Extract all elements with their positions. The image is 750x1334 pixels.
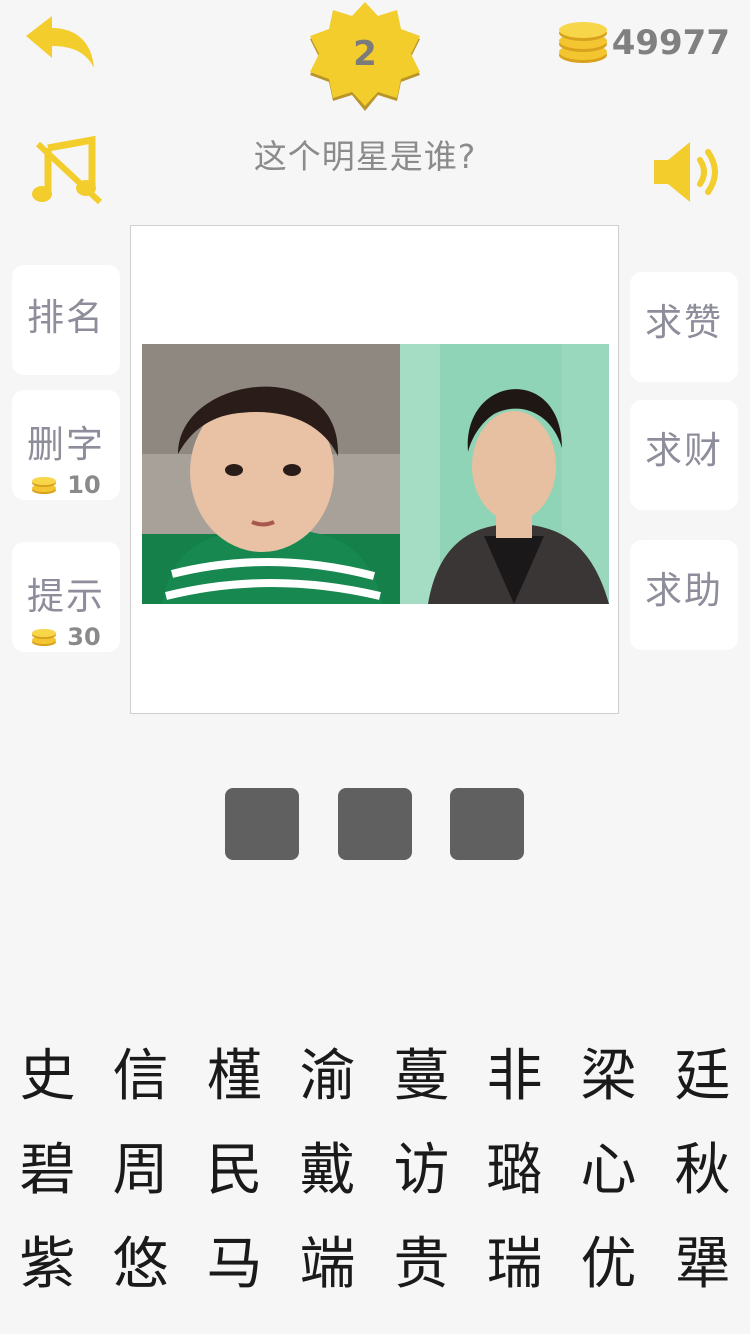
ask-help-button[interactable]: 求助	[630, 540, 738, 650]
char-tile[interactable]: 秋	[656, 1124, 749, 1218]
answer-slot-1[interactable]	[225, 788, 299, 860]
char-tile[interactable]: 蔓	[375, 1030, 468, 1124]
delete-char-label: 删字	[27, 423, 105, 466]
coin-balance: 49977	[556, 18, 730, 68]
hint-button[interactable]: 提示 30	[12, 542, 120, 652]
char-tile[interactable]: 悠	[94, 1218, 187, 1312]
answer-slot-3[interactable]	[450, 788, 524, 860]
char-tile[interactable]: 紫	[1, 1218, 94, 1312]
coin-stack-icon	[558, 22, 607, 63]
coin-count: 49977	[611, 23, 730, 63]
char-tile[interactable]: 槿	[188, 1030, 281, 1124]
char-tile[interactable]: 梁	[562, 1030, 655, 1124]
question-image-frame	[130, 225, 619, 714]
level-number: 2	[353, 34, 377, 74]
delete-char-cost: 10	[12, 471, 120, 499]
answer-slot-2[interactable]	[338, 788, 412, 860]
coin-stack-icon	[32, 629, 57, 646]
hint-cost: 30	[12, 623, 120, 651]
celebrity-photo	[142, 344, 609, 604]
char-tile[interactable]: 廷	[656, 1030, 749, 1124]
rank-label: 排名	[27, 296, 105, 339]
ask-coins-button[interactable]: 求财	[630, 400, 738, 510]
char-tile[interactable]: 贵	[375, 1218, 468, 1312]
level-badge: 2	[305, 0, 425, 111]
back-button[interactable]	[22, 14, 98, 74]
question-text: 这个明星是谁?	[253, 137, 477, 176]
char-tile[interactable]: 戴	[281, 1124, 374, 1218]
ask-like-label: 求赞	[645, 301, 723, 344]
char-tile[interactable]: 民	[188, 1124, 281, 1218]
char-tile[interactable]: 周	[94, 1124, 187, 1218]
ask-help-label: 求助	[645, 569, 723, 612]
char-tile[interactable]: 优	[562, 1218, 655, 1312]
celebrity-photo-illustration	[142, 344, 609, 604]
rank-button[interactable]: 排名	[12, 265, 120, 375]
speaker-icon	[654, 142, 718, 202]
sound-toggle-button[interactable]	[650, 136, 726, 208]
music-toggle-button[interactable]	[30, 135, 106, 208]
char-tile[interactable]: 犟	[656, 1218, 749, 1312]
music-off-icon	[32, 135, 103, 205]
coin-stack-icon	[32, 477, 57, 494]
char-tile[interactable]: 信	[94, 1030, 187, 1124]
char-tile[interactable]: 碧	[1, 1124, 94, 1218]
ask-like-button[interactable]: 求赞	[630, 272, 738, 382]
char-tile[interactable]: 璐	[468, 1124, 561, 1218]
char-tile[interactable]: 马	[188, 1218, 281, 1312]
char-tile[interactable]: 非	[468, 1030, 561, 1124]
back-arrow-icon	[26, 16, 94, 68]
char-tile[interactable]: 访	[375, 1124, 468, 1218]
char-tile[interactable]: 端	[281, 1218, 374, 1312]
char-tile[interactable]: 瑞	[468, 1218, 561, 1312]
char-tile[interactable]: 心	[562, 1124, 655, 1218]
hint-label: 提示	[27, 575, 105, 618]
delete-char-button[interactable]: 删字 10	[12, 390, 120, 500]
char-tile[interactable]: 渝	[281, 1030, 374, 1124]
ask-coins-label: 求财	[645, 429, 723, 472]
char-tile[interactable]: 史	[1, 1030, 94, 1124]
